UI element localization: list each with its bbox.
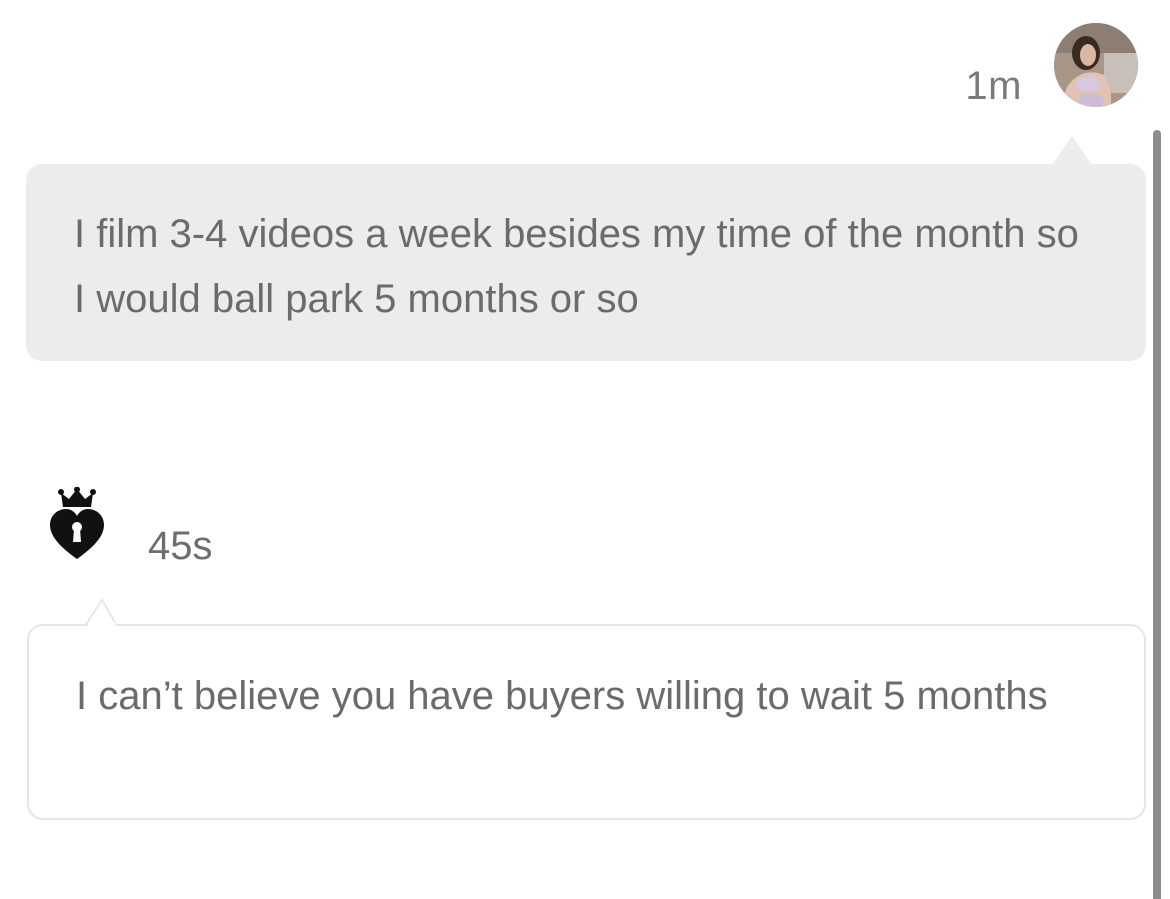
message-2-text: I can’t believe you have buyers willing … (76, 674, 1048, 718)
tail-seam (88, 623, 116, 627)
message-1-timestamp: 1m (965, 64, 1022, 108)
fan-avatar[interactable] (48, 486, 106, 561)
message-2-timestamp: 45s (148, 524, 213, 568)
bubble-tail (1052, 136, 1092, 165)
profile-photo-icon (1054, 23, 1138, 107)
crown-heart-lock-icon (50, 486, 104, 559)
received-message-bubble: I film 3-4 videos a week besides my time… (26, 164, 1146, 361)
sent-message-bubble: I can’t believe you have buyers willing … (27, 624, 1146, 820)
creator-avatar[interactable] (1054, 23, 1138, 107)
message-1-text: I film 3-4 videos a week besides my time… (74, 212, 1079, 321)
scrollbar[interactable] (1153, 130, 1161, 899)
scrollbar-thumb[interactable] (1153, 130, 1161, 899)
